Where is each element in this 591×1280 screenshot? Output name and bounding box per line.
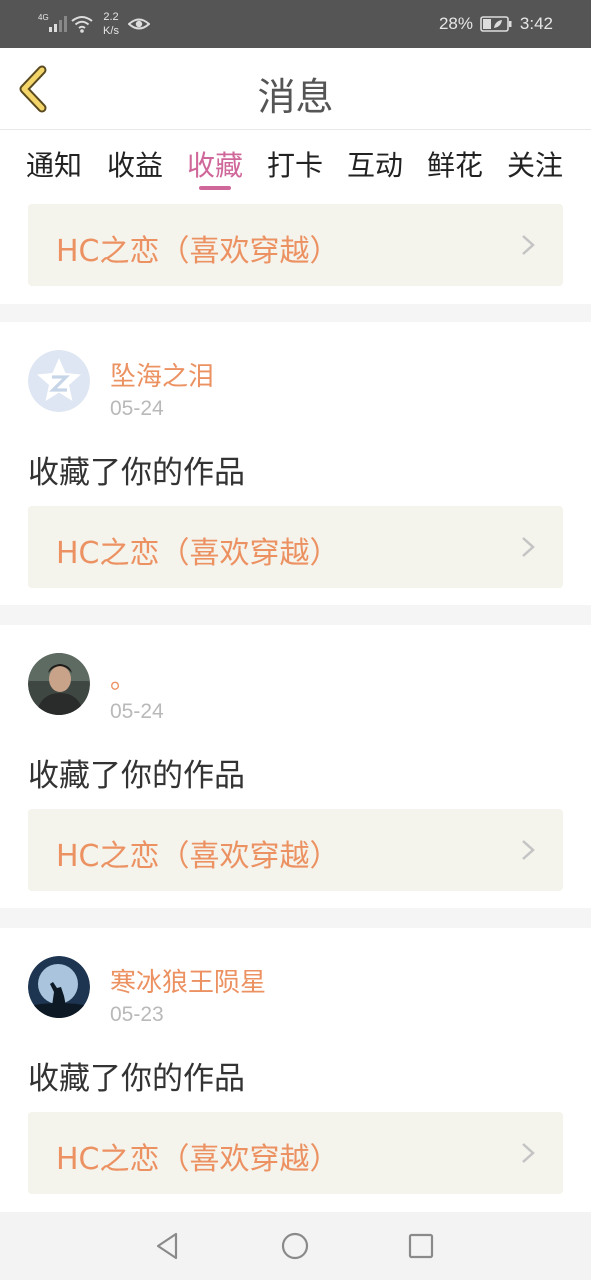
work-link[interactable]: HC之恋（喜欢穿越）	[28, 809, 563, 891]
feed-card: 坠海之泪 05-24 收藏了你的作品 HC之恋（喜欢穿越）	[0, 322, 591, 605]
chevron-right-icon	[522, 537, 535, 557]
feed-card: 。 05-24 收藏了你的作品 HC之恋（喜欢穿越）	[0, 625, 591, 908]
chevron-right-icon	[522, 235, 535, 255]
chevron-right-icon	[522, 840, 535, 860]
work-link[interactable]: HC之恋（喜欢穿越）	[28, 204, 563, 286]
speed-unit: K/s	[103, 25, 119, 37]
signal-icon	[49, 16, 67, 32]
speed-value: 2.2	[103, 11, 119, 23]
nav-back-triangle-icon[interactable]	[152, 1230, 184, 1262]
header-bar: 消息	[0, 48, 591, 130]
status-bar: 4G 2.2 K/s 28% 3:42	[0, 0, 591, 48]
tab-favorites[interactable]: 收藏	[179, 144, 251, 184]
clock: 3:42	[519, 14, 553, 33]
date: 05-24	[110, 397, 164, 420]
work-title: HC之恋（喜欢穿越）	[56, 536, 340, 571]
feed-card: 寒冰狼王陨星 05-23 收藏了你的作品 HC之恋（喜欢穿越）	[0, 928, 591, 1212]
date: 05-23	[110, 1003, 164, 1026]
work-title: HC之恋（喜欢穿越）	[56, 1142, 340, 1177]
active-tab-indicator	[199, 186, 231, 190]
wolf-moon-avatar-icon	[28, 956, 90, 1018]
tab-bar: 通知 收益 收藏 打卡 互动 鲜花 关注	[0, 130, 591, 194]
work-link[interactable]: HC之恋（喜欢穿越）	[28, 1112, 563, 1194]
tab-interactions[interactable]: 互动	[339, 144, 411, 184]
avatar[interactable]	[28, 350, 90, 412]
eye-icon	[128, 18, 150, 30]
tab-earnings[interactable]: 收益	[99, 144, 171, 184]
username[interactable]: 寒冰狼王陨星	[110, 962, 266, 999]
username[interactable]: 坠海之泪	[110, 356, 214, 393]
system-nav-bar	[0, 1212, 591, 1280]
battery-percent: 28%	[438, 14, 473, 33]
tab-following[interactable]: 关注	[499, 144, 571, 184]
nav-recents-square-icon[interactable]	[405, 1230, 437, 1262]
work-title: HC之恋（喜欢穿越）	[56, 234, 340, 269]
tab-flowers[interactable]: 鲜花	[419, 144, 491, 184]
tab-notifications[interactable]: 通知	[18, 144, 90, 184]
action-text: 收藏了你的作品	[28, 455, 245, 491]
feed-card: HC之恋（喜欢穿越）	[0, 194, 591, 304]
avatar[interactable]	[28, 956, 90, 1018]
wifi-icon	[71, 16, 93, 33]
tab-checkin[interactable]: 打卡	[259, 144, 331, 184]
default-star-avatar-icon	[28, 350, 90, 412]
person-photo-avatar-icon	[28, 653, 90, 715]
work-title: HC之恋（喜欢穿越）	[56, 839, 340, 874]
username[interactable]: 。	[110, 659, 136, 696]
nav-home-circle-icon[interactable]	[279, 1230, 311, 1262]
action-text: 收藏了你的作品	[28, 758, 245, 794]
action-text: 收藏了你的作品	[28, 1061, 245, 1097]
page-title: 消息	[257, 75, 334, 119]
battery-icon	[480, 16, 512, 32]
network-speed: 2.2 K/s	[100, 10, 122, 38]
chevron-right-icon	[522, 1143, 535, 1163]
work-link[interactable]: HC之恋（喜欢穿越）	[28, 506, 563, 588]
avatar[interactable]	[28, 653, 90, 715]
date: 05-24	[110, 700, 164, 723]
